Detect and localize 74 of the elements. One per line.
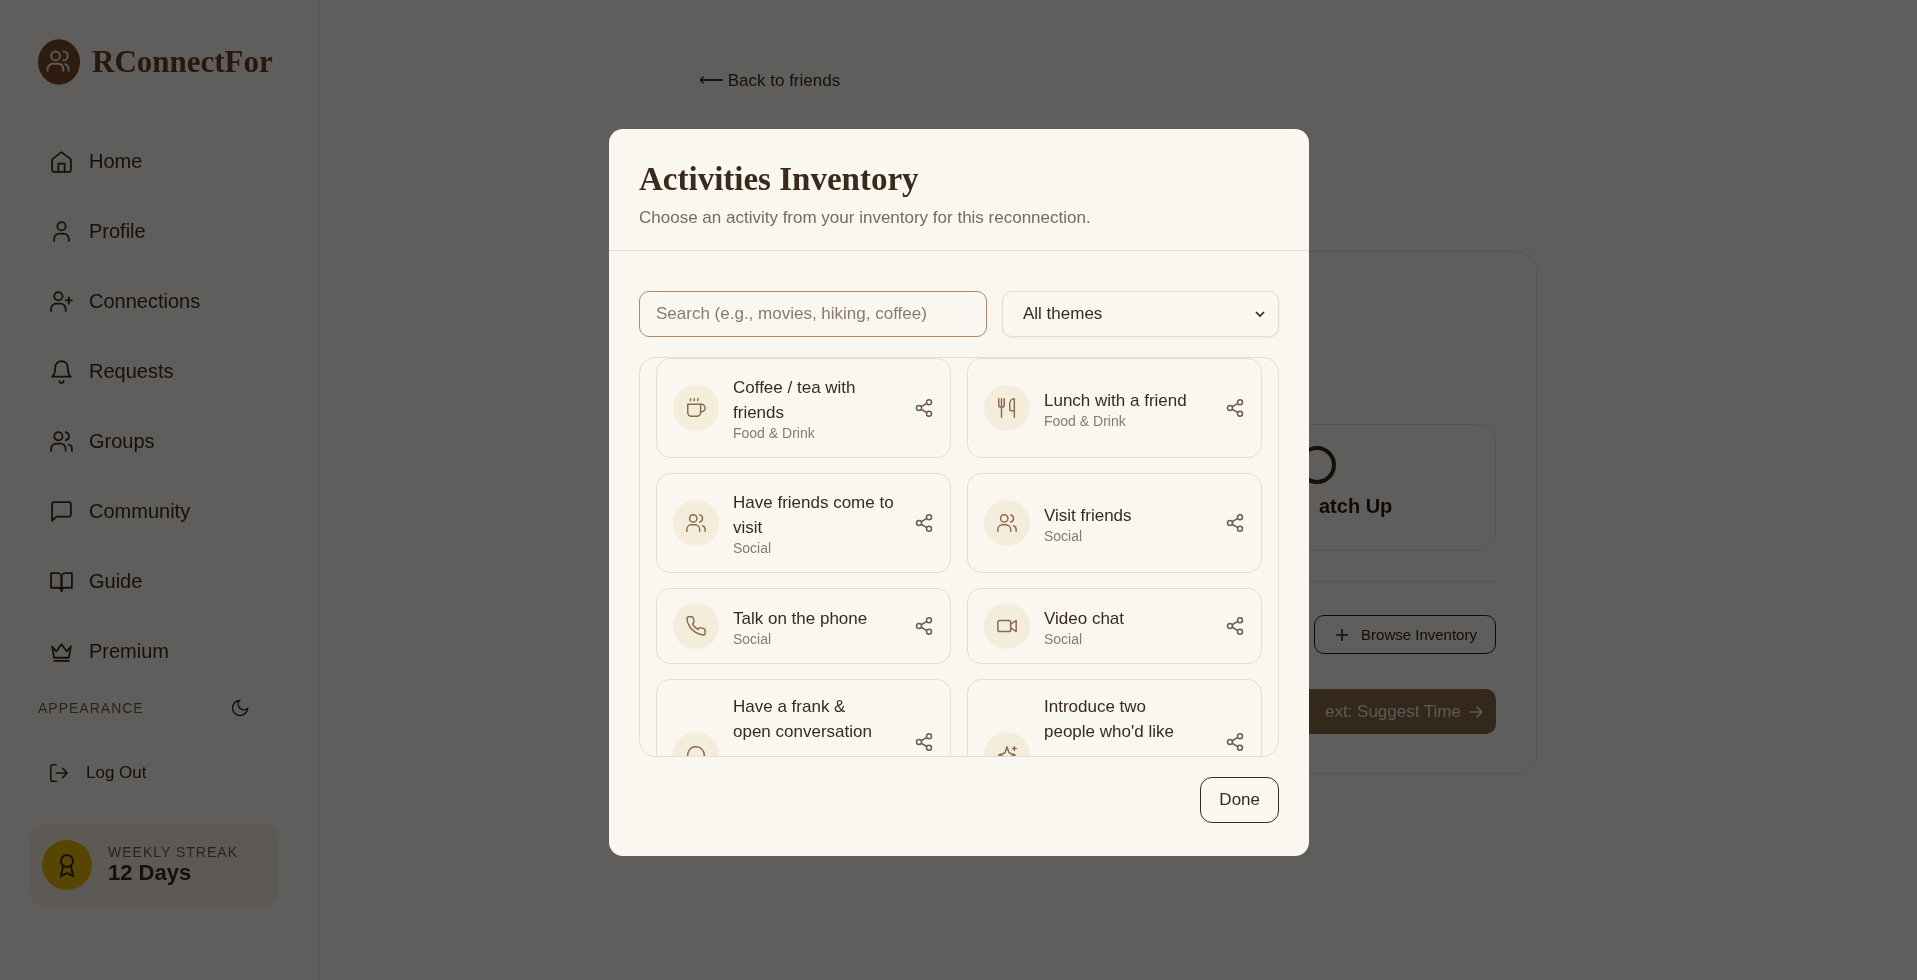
nav-label: Profile [89,219,146,243]
nav-item[interactable]: Community [38,476,280,546]
activity-category: Social [733,630,773,647]
search-field[interactable]: Search (e.g., movies, hiking, coffee) [639,291,987,337]
share-icon[interactable] [914,616,934,636]
nav-item[interactable]: Connections [38,266,280,336]
nav-label: Connections [89,289,201,313]
activity-name: Video chat [1044,607,1126,630]
activity-name: Have friends come to visit [733,492,895,539]
logout-label: Log Out [86,763,147,783]
share-icon[interactable] [1225,616,1245,636]
streak-label: WEEKLY STREAK [108,844,238,860]
chat-bubble-icon [49,498,74,524]
nav-label: Groups [89,429,155,453]
phone-icon [673,603,719,649]
activity-name: Visit friends [1044,504,1133,527]
share-icon[interactable] [914,398,934,418]
option-label: atch Up [1319,495,1394,518]
nav-label: Requests [89,359,174,383]
users-icon [49,428,74,454]
theme-dropdown[interactable]: All themes [1002,291,1279,337]
nav-item[interactable]: Groups [38,406,280,476]
share-icon[interactable] [1225,398,1245,418]
moon-icon[interactable] [230,698,250,718]
activity-name: Coffee / tea with friends [733,377,857,424]
cup-icon [673,385,719,431]
video-camera-icon [984,603,1030,649]
activity-category: Social [733,540,773,556]
bell-icon [49,358,74,384]
activity-name: Lunch with a friend [1044,389,1188,412]
activity-card[interactable]: Have friends come to visit Social [656,473,951,573]
activity-category: Social [1044,527,1084,544]
activity-category: Social [1044,630,1084,647]
section-label: APPEARANCE [38,700,144,716]
activity-card[interactable]: Talk on the phone Social [656,588,951,664]
logout-icon [48,762,70,784]
modal-subtitle: Choose an activity from your inventory for this reconnection. [639,208,1092,228]
fork-knife-icon [984,385,1030,431]
share-icon[interactable] [1225,732,1245,752]
activity-card[interactable]: Visit friends Social [967,473,1262,573]
activity-card[interactable]: Coffee / tea with friends Food & Drink [656,358,951,458]
nav-label: Guide [89,569,143,593]
activity-category: Food & Drink [1044,412,1127,429]
nav-label: Community [89,499,191,523]
activity-name: Introduce two people who'd like [1044,696,1175,743]
logout-link[interactable]: Log Out [38,762,280,784]
user-plus-icon [49,288,74,314]
nav-item[interactable]: Home [38,126,280,196]
share-icon[interactable] [914,732,934,752]
activity-name: Talk on the phone [733,607,869,630]
nav-item[interactable]: Profile [38,196,280,266]
nav-item[interactable]: Requests [38,336,280,406]
done-button[interactable]: Done [1200,777,1279,823]
back-link[interactable]: ⟵ Back to friends [699,70,1917,91]
people-icon [984,500,1030,546]
activity-category: Food & Drink [733,425,816,441]
streak-value: 12 Days [108,860,193,886]
app-logo-text[interactable]: RConnectFor [92,44,273,80]
home-icon [49,148,74,174]
share-icon[interactable] [1225,513,1245,533]
nav-item[interactable]: Premium [38,616,280,686]
nav-item[interactable]: Guide [38,546,280,616]
logo-icon [38,38,80,86]
share-icon[interactable] [914,513,934,533]
activity-card[interactable]: Video chat Social [967,588,1262,664]
modal-title: Activities Inventory [639,161,920,198]
activity-name: Have a frank & open conversation [733,696,873,743]
activity-card[interactable]: Have a frank & open conversation [656,679,951,756]
people-icon [673,500,719,546]
nav-label: Premium [89,639,169,663]
award-icon [42,840,92,890]
nav-label: Home [89,149,143,173]
browse-inventory-button[interactable]: Browse Inventory [1314,615,1496,654]
activity-card[interactable]: Lunch with a friend Food & Drink [967,358,1262,458]
